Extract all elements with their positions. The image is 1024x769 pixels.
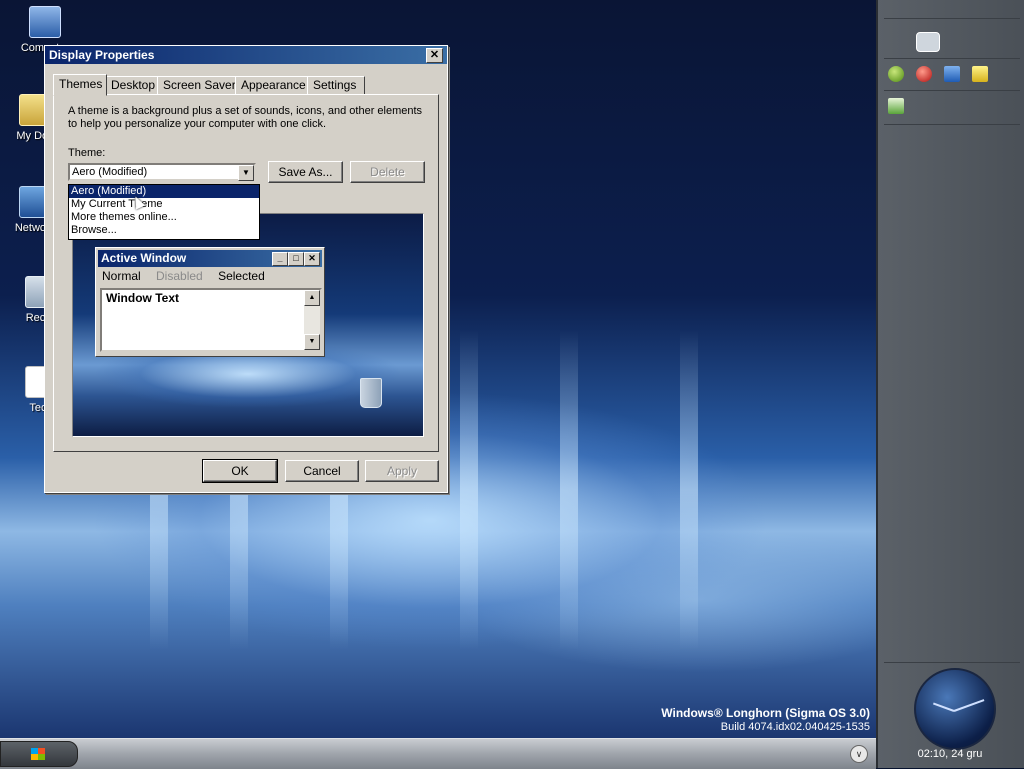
theme-combobox-value: Aero (Modified) bbox=[72, 166, 148, 178]
tab-themes[interactable]: Themes bbox=[53, 74, 107, 96]
preview-menu-disabled: Disabled bbox=[156, 269, 203, 283]
clock-hour-hand bbox=[932, 702, 955, 712]
dialog-title: Display Properties bbox=[49, 48, 155, 62]
wallpaper-light-streak bbox=[460, 330, 478, 650]
scroll-down-icon: ▼ bbox=[304, 334, 320, 350]
preview-window-text: Window Text bbox=[106, 291, 179, 305]
dropdown-option-more-themes[interactable]: More themes online... bbox=[69, 211, 259, 224]
preview-scrollbar: ▲ ▼ bbox=[304, 290, 320, 350]
preview-menu-normal: Normal bbox=[102, 269, 141, 283]
maximize-icon: □ bbox=[288, 252, 304, 266]
watermark-build: Build 4074.idx02.040425-1535 bbox=[720, 721, 870, 733]
dropdown-option-browse[interactable]: Browse... bbox=[69, 224, 259, 237]
build-watermark: Windows® Longhorn (Sigma OS 3.0) Build 4… bbox=[661, 706, 870, 734]
sidebar-divider bbox=[884, 18, 1020, 19]
sidebar-divider bbox=[884, 58, 1020, 59]
preview-menu: Normal Disabled Selected bbox=[102, 269, 277, 283]
wallpaper-light-streak bbox=[680, 330, 698, 650]
recycle-bin-icon bbox=[360, 378, 382, 408]
tab-settings[interactable]: Settings bbox=[307, 76, 365, 95]
cancel-button[interactable]: Cancel bbox=[285, 460, 359, 482]
theme-description: A theme is a background plus a set of so… bbox=[68, 105, 423, 130]
dropdown-option-my-current-theme[interactable]: My Current Theme bbox=[69, 198, 259, 211]
clock-minute-hand bbox=[953, 699, 985, 712]
chevron-down-icon[interactable]: ▼ bbox=[238, 165, 254, 181]
analog-clock[interactable] bbox=[914, 668, 996, 750]
shield-check-icon[interactable] bbox=[888, 98, 904, 114]
close-button[interactable]: ✕ bbox=[426, 48, 443, 63]
red-power-icon[interactable] bbox=[916, 66, 932, 82]
chat-bubbles-icon[interactable] bbox=[916, 32, 940, 52]
preview-menu-selected: Selected bbox=[218, 269, 265, 283]
dialog-titlebar[interactable]: Display Properties ✕ bbox=[45, 46, 447, 64]
start-button[interactable] bbox=[0, 741, 78, 767]
apply-button[interactable]: Apply bbox=[365, 460, 439, 482]
windows-flag-icon bbox=[31, 748, 45, 760]
theme-label: Theme: bbox=[68, 147, 106, 159]
minimize-icon: _ bbox=[272, 252, 288, 266]
sidebar-divider bbox=[884, 662, 1020, 663]
watermark-product: Windows® Longhorn (Sigma OS 3.0) bbox=[661, 706, 870, 720]
computer-icon bbox=[29, 6, 61, 38]
folder-icon[interactable] bbox=[972, 66, 988, 82]
tab-desktop[interactable]: Desktop bbox=[105, 76, 159, 95]
sidebar bbox=[876, 0, 1024, 768]
preview-window-title: Active Window bbox=[101, 251, 187, 265]
preview-window-titlebar: Active Window _ □ ✕ bbox=[98, 250, 322, 267]
monitor-icon[interactable] bbox=[944, 66, 960, 82]
sidebar-divider bbox=[884, 124, 1020, 125]
wallpaper-light-streak bbox=[560, 330, 578, 650]
scroll-up-icon: ▲ bbox=[304, 290, 320, 306]
save-as-button[interactable]: Save As... bbox=[268, 161, 343, 183]
theme-combobox[interactable]: Aero (Modified) ▼ bbox=[68, 163, 256, 181]
tray-expand-icon[interactable]: ∨ bbox=[850, 745, 868, 763]
close-icon: ✕ bbox=[304, 252, 320, 266]
dropdown-option-aero[interactable]: Aero (Modified) bbox=[69, 185, 259, 198]
preview-active-window: Active Window _ □ ✕ Normal Disabled Sele… bbox=[95, 247, 325, 357]
delete-button[interactable]: Delete bbox=[350, 161, 425, 183]
preview-window-text-area: Window Text ▲ ▼ bbox=[100, 288, 322, 352]
ok-button[interactable]: OK bbox=[202, 459, 278, 483]
taskbar: ∨ bbox=[0, 738, 876, 769]
tab-screen-saver[interactable]: Screen Saver bbox=[157, 76, 239, 95]
tab-appearance[interactable]: Appearance bbox=[235, 76, 311, 95]
green-orb-icon[interactable] bbox=[888, 66, 904, 82]
sidebar-divider bbox=[884, 90, 1020, 91]
theme-dropdown-list: Aero (Modified) My Current Theme More th… bbox=[68, 184, 260, 240]
clock-date-text: 02:10, 24 gru bbox=[917, 748, 983, 760]
